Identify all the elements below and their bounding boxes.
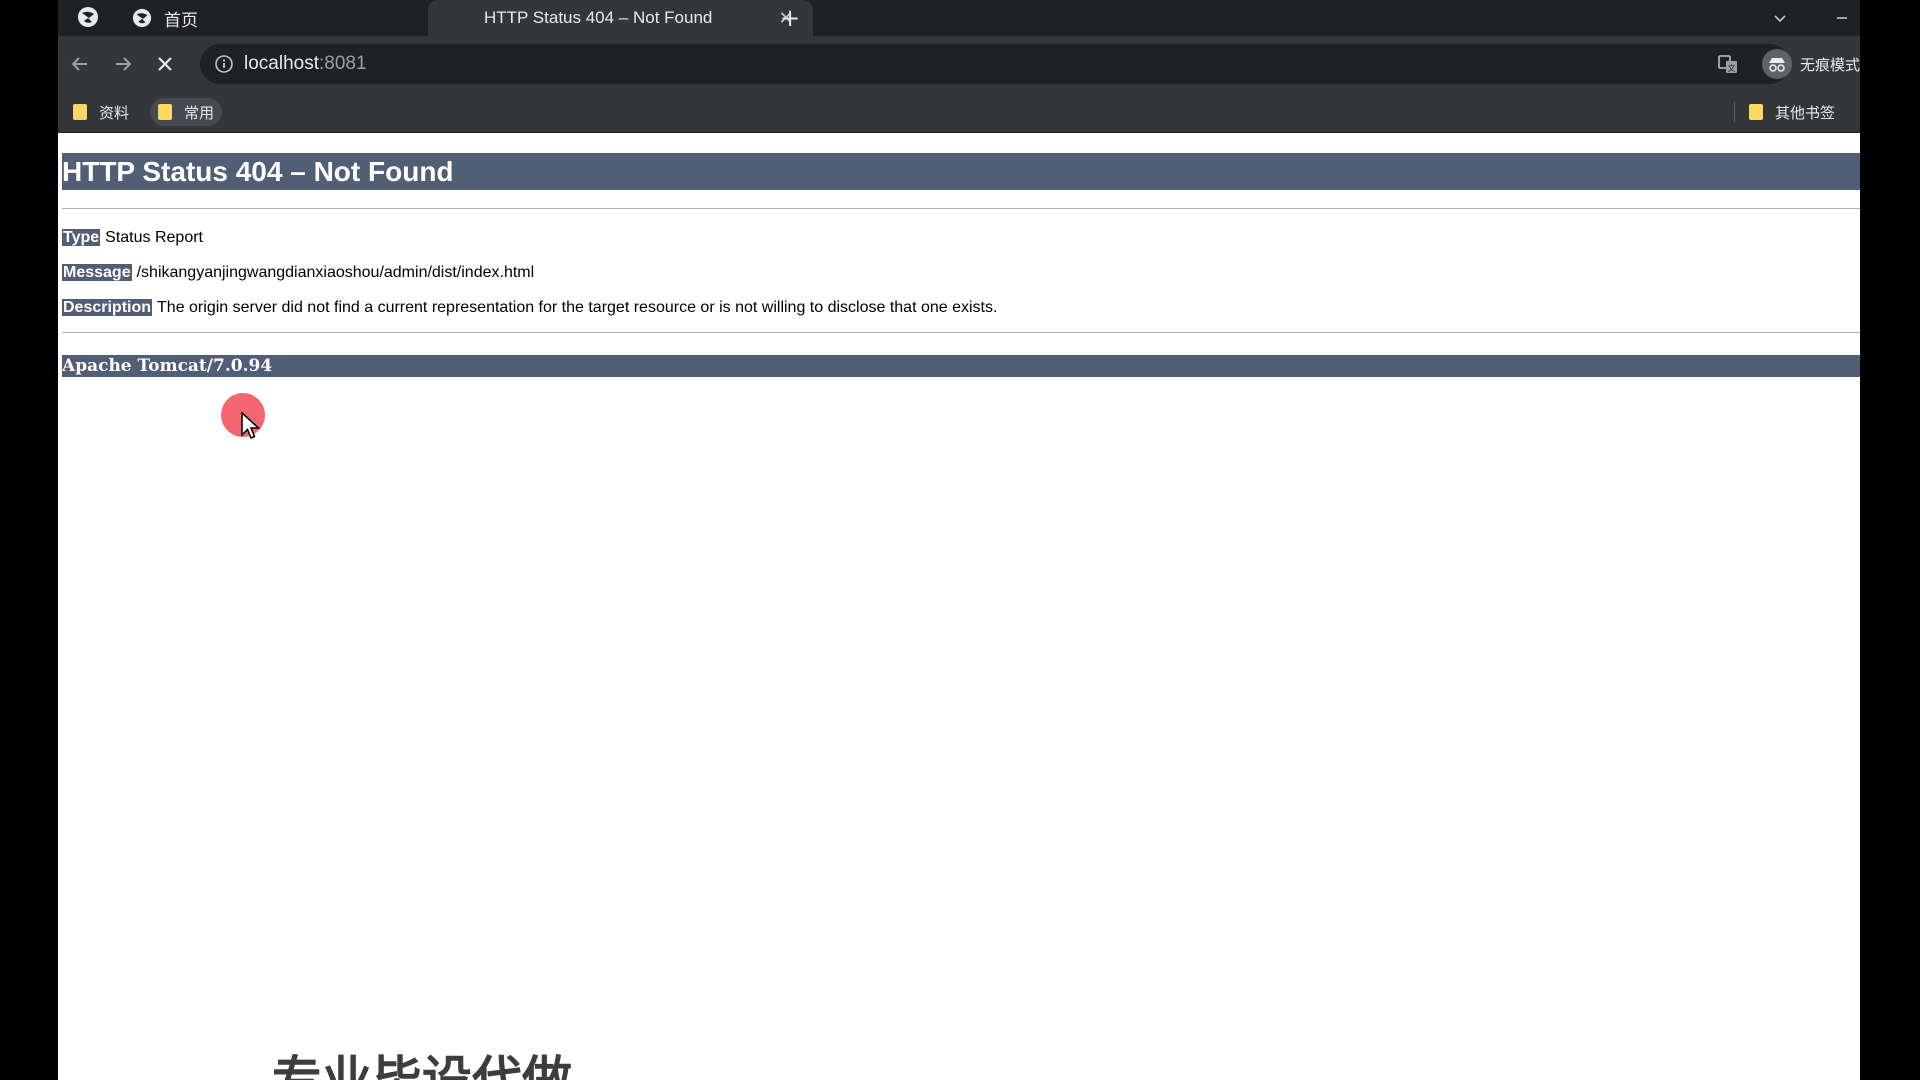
translate-icon[interactable]: 文 [1716, 52, 1740, 76]
browser-window: 首页 ✕ HTTP Status 404 – Not Found ✕ + [58, 0, 1860, 1080]
message-label: Message [62, 264, 132, 281]
page-title: HTTP Status 404 – Not Found [62, 153, 1860, 190]
description-row: Description The origin server did not fin… [62, 298, 997, 318]
tab-title: 首页 [164, 10, 198, 30]
bookmark-label: 资料 [99, 103, 130, 122]
profile-label: 无痕模式 [1800, 55, 1860, 74]
page-content: HTTP Status 404 – Not Found Type Status R… [58, 133, 1860, 1080]
folder-icon [1749, 104, 1763, 120]
back-arrow-icon[interactable] [66, 50, 94, 78]
toolbar: localhost:8081 文 无痕模式 [58, 36, 1860, 92]
server-footer: Apache Tomcat/7.0.94 [62, 355, 1860, 377]
type-row: Type Status Report [62, 228, 203, 248]
forward-arrow-icon[interactable] [109, 50, 137, 78]
mouse-cursor-icon [241, 411, 261, 439]
incognito-icon [1762, 49, 1792, 79]
description-label: Description [62, 299, 153, 316]
tab-title: HTTP Status 404 – Not Found [484, 8, 713, 27]
type-value: Status Report [105, 229, 203, 246]
description-value: The origin server did not find a current… [157, 299, 998, 316]
browser-logo-icon[interactable] [76, 5, 100, 29]
folder-icon [158, 104, 172, 120]
tab-home[interactable]: 首页 ✕ [116, 0, 480, 36]
address-bar[interactable]: localhost:8081 文 [200, 44, 1790, 84]
plus-icon[interactable]: + [776, 4, 804, 32]
svg-text:文: 文 [1728, 63, 1736, 73]
url-text[interactable]: localhost:8081 [244, 53, 367, 75]
bookmark-label: 常用 [184, 103, 215, 122]
message-row: Message/shikangyanjingwangdianxiaoshou/a… [62, 263, 534, 283]
chevron-down-icon[interactable] [1766, 4, 1794, 32]
bookmarks-bar: 资料 常用 其他书签 [58, 92, 1860, 133]
bookmark-folder-other[interactable]: 其他书签 [1741, 98, 1843, 126]
message-value: /shikangyanjingwangdianxiaoshou/admin/di… [136, 264, 535, 281]
minimize-icon[interactable] [1828, 4, 1856, 32]
bookmark-folder-ziliao[interactable]: 资料 [65, 98, 137, 126]
folder-icon [73, 104, 87, 120]
globe-icon [132, 8, 152, 28]
divider [62, 332, 1860, 333]
incognito-profile[interactable]: 无痕模式 [1762, 46, 1860, 82]
divider [62, 208, 1860, 209]
bookmark-folder-changyong[interactable]: 常用 [150, 98, 223, 126]
watermark-text: 专业毕设代做 [272, 1051, 572, 1080]
bookmarks-separator [1734, 102, 1735, 122]
info-icon[interactable] [214, 54, 234, 74]
bookmark-label: 其他书签 [1775, 103, 1836, 122]
tab-strip: 首页 ✕ HTTP Status 404 – Not Found ✕ + [58, 0, 1860, 36]
tab-404[interactable]: HTTP Status 404 – Not Found ✕ [428, 0, 813, 36]
stop-loading-icon[interactable] [151, 50, 179, 78]
type-label: Type [62, 229, 101, 246]
